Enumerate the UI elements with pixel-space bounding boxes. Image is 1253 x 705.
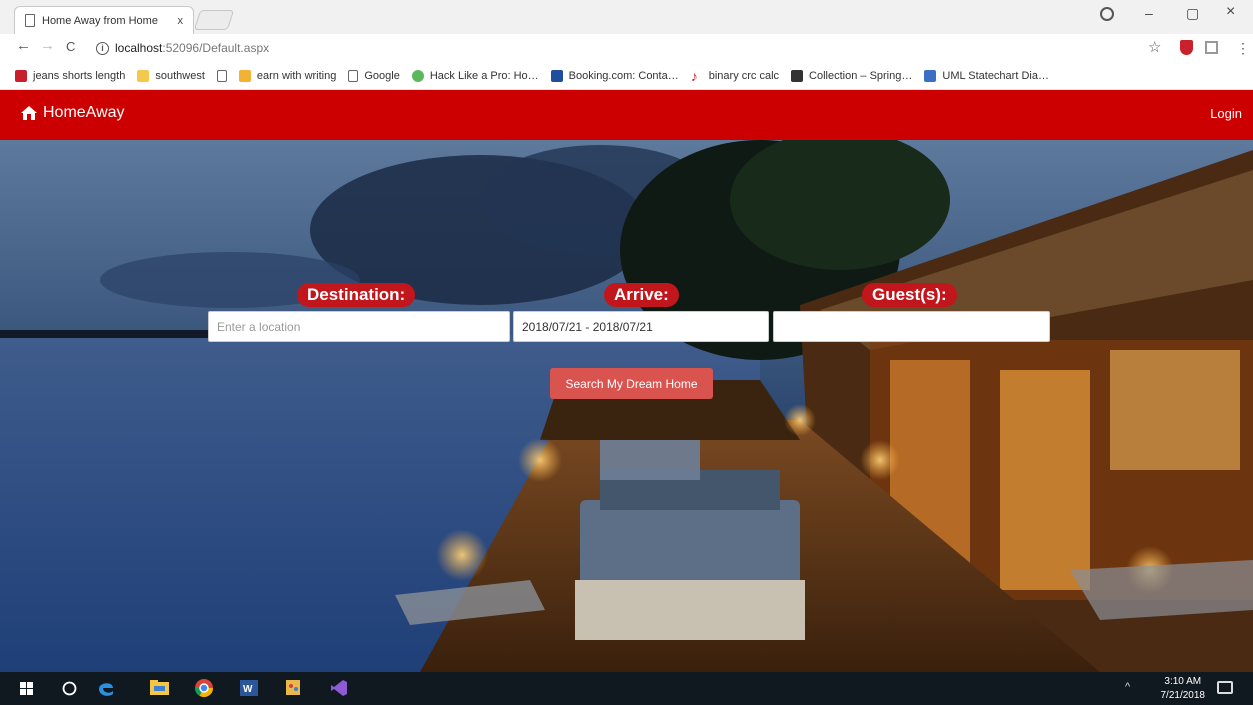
bookmark-label: Google xyxy=(364,69,400,82)
chrome-icon[interactable] xyxy=(194,678,214,698)
crc-icon: ♪ xyxy=(690,67,698,84)
paint-icon[interactable] xyxy=(284,678,302,697)
back-button[interactable]: ← xyxy=(16,37,31,54)
folder-icon xyxy=(137,69,150,82)
page-icon xyxy=(25,14,35,27)
svg-text:W: W xyxy=(243,684,253,695)
address-bar[interactable]: i localhost:52096/Default.aspx xyxy=(88,36,1138,60)
minimize-button[interactable]: – xyxy=(1145,5,1153,21)
house-icon xyxy=(20,105,38,121)
bookmarks-bar: jeans shorts length southwest earn with … xyxy=(0,62,1253,90)
bookmark-item[interactable] xyxy=(216,69,227,82)
word-icon[interactable]: W xyxy=(240,680,258,699)
page-icon xyxy=(216,69,227,82)
tab-title: Home Away from Home xyxy=(42,14,158,27)
hero-background-image xyxy=(0,140,1253,672)
brand-name: HomeAway xyxy=(43,104,125,121)
collection-icon xyxy=(791,69,804,82)
forward-button[interactable]: → xyxy=(40,37,55,54)
cortana-icon[interactable] xyxy=(62,681,77,700)
red-square-icon xyxy=(15,69,27,82)
uml-icon xyxy=(924,69,937,82)
destination-input[interactable] xyxy=(208,311,510,342)
new-tab-button[interactable] xyxy=(193,10,235,30)
bookmark-item[interactable]: Google xyxy=(348,69,400,82)
bookmark-item[interactable]: earn with writing xyxy=(238,69,337,82)
bookmark-label: jeans shorts length xyxy=(33,69,126,82)
notifications-icon[interactable] xyxy=(1217,681,1233,694)
browser-tab-strip: Home Away from Home x – ▢ × xyxy=(0,0,1253,34)
bookmark-label: Collection – Spring… xyxy=(809,69,913,82)
bookmark-item[interactable]: Hack Like a Pro: Ho… xyxy=(411,69,539,82)
profile-icon[interactable] xyxy=(1100,7,1114,21)
url-path: :52096/Default.aspx xyxy=(162,41,270,55)
site-header: HomeAway Login xyxy=(0,90,1253,140)
reload-button[interactable]: C xyxy=(66,39,75,54)
bookmark-label: Hack Like a Pro: Ho… xyxy=(429,69,539,82)
url-text: localhost:52096/Default.aspx xyxy=(115,41,269,55)
close-window-button[interactable]: × xyxy=(1226,3,1235,21)
file-explorer-icon[interactable] xyxy=(150,680,169,699)
arrive-label: Arrive: xyxy=(604,283,679,307)
bookmark-item[interactable]: Collection – Spring… xyxy=(791,69,913,82)
bookmark-item[interactable]: ♪ binary crc calc xyxy=(690,67,780,84)
browser-tab[interactable]: Home Away from Home x xyxy=(14,6,194,34)
brand-link[interactable]: HomeAway xyxy=(20,104,125,122)
tab-close-icon[interactable]: x xyxy=(178,15,184,27)
windows-taskbar: W ^ 3:10 AM 7/21/2018 xyxy=(0,672,1253,705)
edit-icon xyxy=(238,69,251,82)
clock-date: 7/21/2018 xyxy=(1160,690,1206,701)
browser-toolbar: ← → C i localhost:52096/Default.aspx ☆ ⋮ xyxy=(0,34,1253,62)
arrive-date-range-input[interactable] xyxy=(513,311,769,342)
url-host: localhost xyxy=(115,41,163,55)
bookmark-star-icon[interactable]: ☆ xyxy=(1148,38,1161,56)
bookmark-label: UML Statechart Dia… xyxy=(942,69,1049,82)
extension-icon[interactable] xyxy=(1205,41,1218,54)
login-link[interactable]: Login xyxy=(1210,106,1242,121)
bookmark-label: binary crc calc xyxy=(708,69,780,82)
taskbar-clock[interactable]: 3:10 AM 7/21/2018 xyxy=(1161,675,1206,703)
windows-start-icon[interactable] xyxy=(20,682,33,701)
bookmark-item[interactable]: Booking.com: Conta… xyxy=(550,69,679,82)
visual-studio-icon[interactable] xyxy=(330,679,348,698)
bookmark-folder[interactable]: southwest xyxy=(137,69,205,82)
guests-input[interactable] xyxy=(773,311,1050,342)
bookmark-label: Booking.com: Conta… xyxy=(568,69,679,82)
maximize-button[interactable]: ▢ xyxy=(1186,5,1199,22)
bookmark-item[interactable]: jeans shorts length xyxy=(15,69,126,82)
shield-extension-icon[interactable] xyxy=(1180,40,1193,55)
tray-chevron-icon[interactable]: ^ xyxy=(1125,681,1130,693)
clock-time: 3:10 AM xyxy=(1164,676,1202,687)
bookmark-label: southwest xyxy=(155,69,205,82)
search-button[interactable]: Search My Dream Home xyxy=(550,368,713,399)
edge-icon[interactable] xyxy=(96,678,116,697)
guests-label: Guest(s): xyxy=(862,283,957,307)
bookmark-item[interactable]: UML Statechart Dia… xyxy=(924,69,1049,82)
bookmark-label: earn with writing xyxy=(256,69,337,82)
info-icon[interactable]: i xyxy=(96,41,109,55)
destination-label: Destination: xyxy=(297,283,416,307)
page-icon xyxy=(348,69,359,82)
booking-icon xyxy=(550,69,563,82)
chrome-menu-icon[interactable]: ⋮ xyxy=(1236,40,1250,57)
gadget-icon xyxy=(411,69,424,82)
hero-section: Destination: Arrive: Guest(s): Search My… xyxy=(0,140,1253,672)
